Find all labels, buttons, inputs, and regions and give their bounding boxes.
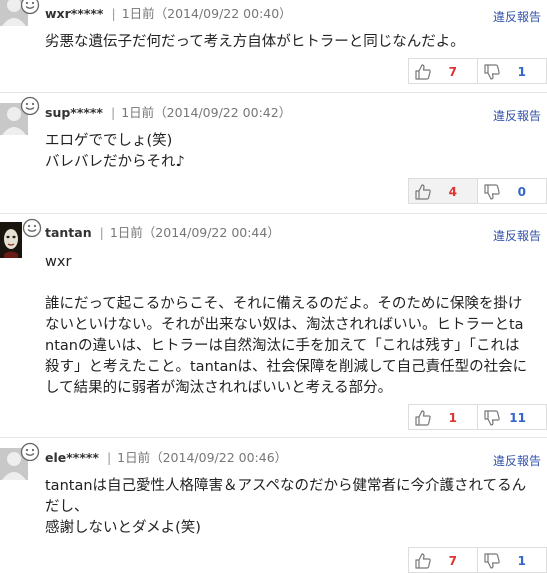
separator: | xyxy=(106,450,112,465)
thumbs-up-icon xyxy=(415,553,431,569)
comment-header: sup***** | 1日前（2014/09/22 00:42） xyxy=(45,104,291,122)
comment-body: tantanは自己愛性人格障害＆アスペなのだから健常者に今介護されてるん だし、… xyxy=(45,476,526,539)
comment-divider xyxy=(0,437,547,438)
comment-line: 誰にだって起こるからこそ、それに備えるのだよ。そのために保険を掛け xyxy=(45,296,523,312)
report-link[interactable]: 違反報告 xyxy=(493,228,541,244)
comment-line: して結果的に弱者が淘汰されればいいと考える部分。 xyxy=(45,380,393,396)
smiley-icon xyxy=(22,218,42,238)
comment-header: tantan | 1日前（2014/09/22 00:44） xyxy=(45,224,280,242)
like-count: 1 xyxy=(448,411,457,425)
separator: | xyxy=(99,225,104,240)
user-avatar[interactable] xyxy=(0,222,22,258)
dislike-button[interactable]: 1 xyxy=(477,58,547,84)
username[interactable]: wxr***** xyxy=(45,6,103,21)
comment-header: wxr***** | 1日前（2014/09/22 00:40） xyxy=(45,5,292,23)
comment-line xyxy=(45,273,527,294)
thumbs-up-icon xyxy=(415,184,431,200)
dislike-count: 1 xyxy=(517,65,526,79)
comment-line: 劣悪な遺伝子だ何だって考え方自体がヒトラーと同じなんだよ。 xyxy=(45,34,465,50)
dislike-button[interactable]: 1 xyxy=(477,547,547,573)
comment-line: wxr xyxy=(45,254,72,270)
comment-time: 1日前（2014/09/22 00:46） xyxy=(117,450,288,465)
vote-buttons: 7 1 xyxy=(408,547,547,573)
like-count: 4 xyxy=(448,185,457,199)
smiley-icon xyxy=(20,0,40,15)
separator: | xyxy=(111,6,116,21)
smiley-icon xyxy=(20,442,40,462)
username[interactable]: tantan xyxy=(45,225,92,240)
like-button[interactable]: 4 xyxy=(408,178,478,204)
comment-line: 殺す」と考えたこと。tantanは、社会保障を削減して自己責任型の社会に xyxy=(45,359,528,375)
thumbs-down-icon xyxy=(484,410,500,426)
report-link[interactable]: 違反報告 xyxy=(493,9,541,25)
comment-line: tantanは自己愛性人格障害＆アスペなのだから健常者に今介護されてるん xyxy=(45,478,527,494)
comment-item: tantan | 1日前（2014/09/22 00:44） 違反報告 wxr 誰に… xyxy=(0,218,547,433)
thumbs-down-icon xyxy=(484,184,500,200)
comment-body: 劣悪な遺伝子だ何だって考え方自体がヒトラーと同じなんだよ。 xyxy=(45,32,465,53)
thumbs-up-icon xyxy=(415,64,431,80)
comment-item: ele***** | 1日前（2014/09/22 00:46） 違反報告 tant… xyxy=(0,441,547,573)
comment-line: エロゲででしょ(笑) xyxy=(45,133,173,149)
comment-time: 1日前（2014/09/22 00:40） xyxy=(121,6,292,21)
comment-line: バレバレだからそれ♪ xyxy=(45,154,185,170)
thumbs-down-icon xyxy=(484,553,500,569)
thumbs-down-icon xyxy=(484,64,500,80)
username[interactable]: ele***** xyxy=(45,450,99,465)
like-button[interactable]: 7 xyxy=(408,58,478,84)
comment-item: sup***** | 1日前（2014/09/22 00:42） 違反報告 エロゲで… xyxy=(0,96,547,208)
comment-time: 1日前（2014/09/22 00:42） xyxy=(121,105,292,120)
dislike-button[interactable]: 11 xyxy=(477,404,547,430)
comment-time: 1日前（2014/09/22 00:44） xyxy=(109,225,280,240)
comment-divider xyxy=(0,92,547,93)
like-button[interactable]: 1 xyxy=(408,404,478,430)
comment-body: wxr 誰にだって起こるからこそ、それに備えるのだよ。そのために保険を掛け ない… xyxy=(45,252,527,399)
dislike-count: 11 xyxy=(509,411,526,425)
like-button[interactable]: 7 xyxy=(408,547,478,573)
comment-divider xyxy=(0,213,547,214)
like-count: 7 xyxy=(448,554,457,568)
dislike-count: 0 xyxy=(517,185,526,199)
like-count: 7 xyxy=(448,65,457,79)
comment-header: ele***** | 1日前（2014/09/22 00:46） xyxy=(45,449,287,467)
thumbs-up-icon xyxy=(415,410,431,426)
report-link[interactable]: 違反報告 xyxy=(493,453,541,469)
smiley-icon xyxy=(20,96,40,116)
dislike-button[interactable]: 0 xyxy=(477,178,547,204)
comment-line: ntanの違いは、ヒトラーは自然淘汰に手を加えて「これは残す」「これは xyxy=(45,338,520,354)
vote-buttons: 1 11 xyxy=(408,404,547,430)
report-link[interactable]: 違反報告 xyxy=(493,108,541,124)
comment-line: 感謝しないとダメよ(笑) xyxy=(45,520,201,536)
comment-line: だし、 xyxy=(45,499,89,515)
comment-line: ないといけない。それが出来ない奴は、淘汰されればいい。ヒトラーとta xyxy=(45,317,524,333)
comment-body: エロゲででしょ(笑) バレバレだからそれ♪ xyxy=(45,131,185,173)
comment-item: wxr***** | 1日前（2014/09/22 00:40） 違反報告 劣悪な遺… xyxy=(0,0,547,90)
vote-buttons: 7 1 xyxy=(408,58,547,84)
dislike-count: 1 xyxy=(517,554,526,568)
mask-photo-icon xyxy=(0,222,22,258)
vote-buttons: 4 0 xyxy=(408,178,547,204)
separator: | xyxy=(110,105,116,120)
username[interactable]: sup***** xyxy=(45,105,103,120)
